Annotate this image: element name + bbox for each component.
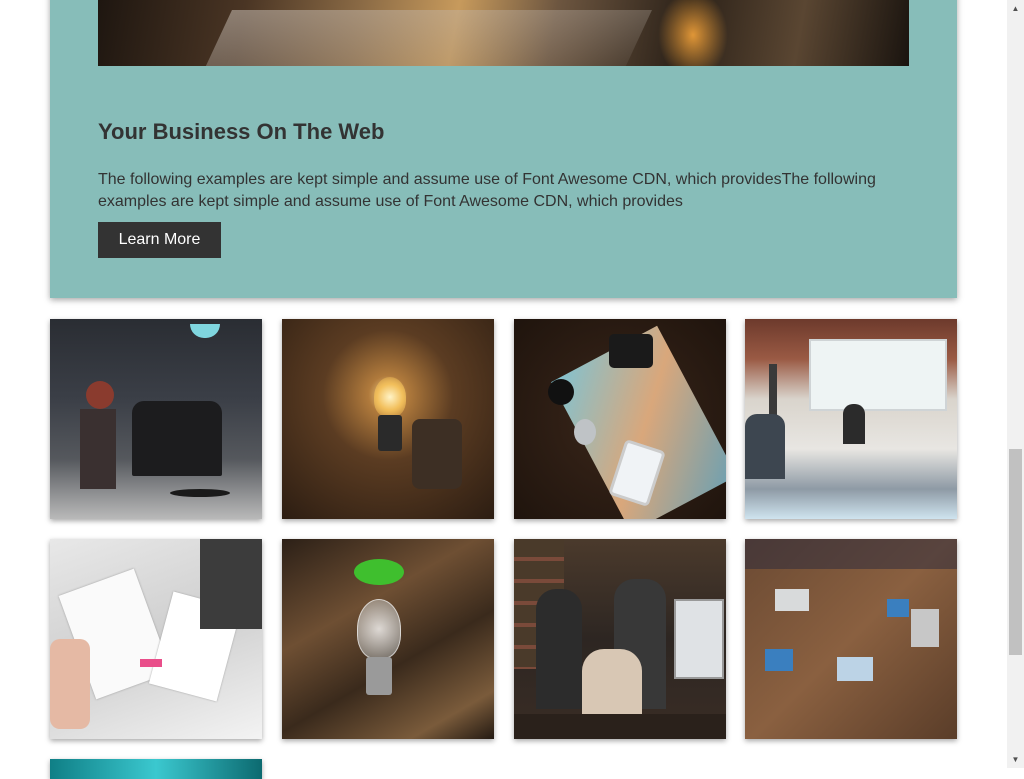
vertical-scrollbar[interactable]: ▲ ▼ — [1007, 0, 1024, 768]
scroll-down-arrow-icon[interactable]: ▼ — [1007, 751, 1024, 768]
gallery-image-teal-abstract[interactable] — [50, 759, 262, 779]
scroll-up-arrow-icon[interactable]: ▲ — [1007, 0, 1024, 17]
learn-more-button[interactable]: Learn More — [98, 222, 221, 258]
gallery-image-design-planning[interactable] — [50, 539, 262, 739]
gallery-image-team-laptops[interactable] — [745, 539, 957, 739]
gallery-image-conference[interactable] — [745, 319, 957, 519]
hero-text: The following examples are kept simple a… — [98, 171, 876, 210]
gallery-image-plant-bulb[interactable] — [282, 539, 494, 739]
scroll-thumb[interactable] — [1009, 449, 1022, 655]
gallery-image-lightbulb[interactable] — [282, 319, 494, 519]
hero-title: Your Business On The Web — [98, 119, 385, 144]
gallery-image-barbershop[interactable] — [50, 319, 262, 519]
hero-image — [98, 0, 909, 66]
gallery-image-map-camera[interactable] — [514, 319, 726, 519]
gallery-image-business-team[interactable] — [514, 539, 726, 739]
